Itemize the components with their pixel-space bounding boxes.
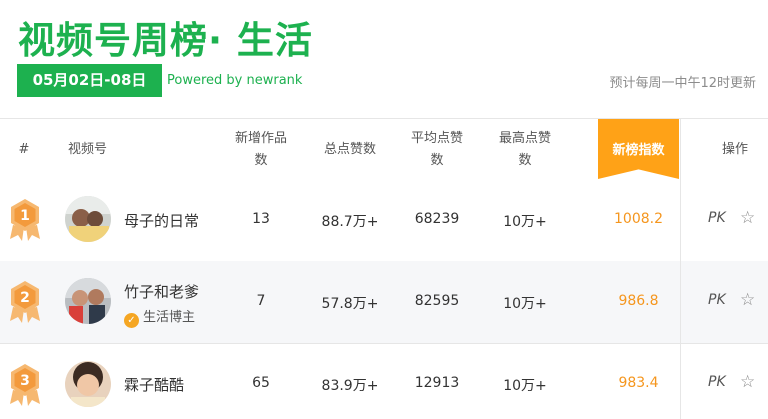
table-row[interactable]: 2 竹子和老爹 ✓ 生活博主 7 57.8万+ 82595 10万+ 986.8 … — [0, 261, 768, 343]
header-divider — [0, 118, 768, 119]
account-name[interactable]: 竹子和老爹 — [124, 281, 199, 302]
category-badge-label: 生活博主 — [143, 310, 196, 325]
column-header-index: # — [18, 142, 30, 157]
rank-medal: 1 — [7, 197, 43, 241]
column-header-rank-index-label: 新榜指数 — [612, 143, 665, 158]
table-row[interactable]: 1 母子的日常 13 88.7万+ 68239 10万+ 1008.2 PK ☆ — [0, 179, 768, 261]
column-header-max-likes-line2: 数 — [518, 153, 532, 168]
avatar[interactable] — [65, 278, 111, 324]
pk-button[interactable]: PK — [708, 374, 726, 390]
new-works-count: 13 — [252, 211, 270, 227]
avatar-image — [65, 361, 111, 407]
avatar-image — [65, 196, 111, 242]
max-likes-value: 10万+ — [503, 378, 547, 394]
action-column-divider — [680, 119, 681, 419]
rank-medal: 3 — [7, 362, 43, 406]
column-header-account: 视频号 — [68, 142, 108, 157]
avatar[interactable] — [65, 361, 111, 407]
pk-button[interactable]: PK — [708, 210, 726, 226]
star-outline-icon[interactable]: ☆ — [740, 290, 755, 310]
pk-button[interactable]: PK — [708, 292, 726, 308]
column-header-new-works: 新增作品 数 — [228, 128, 294, 172]
category-badge: ✓ 生活博主 — [124, 306, 195, 328]
star-outline-icon[interactable]: ☆ — [740, 372, 755, 392]
column-header-new-works-line2: 数 — [254, 153, 268, 168]
new-works-count: 65 — [252, 375, 270, 391]
rank-number: 3 — [20, 373, 30, 389]
rank-index-value: 983.4 — [618, 375, 659, 391]
avatar[interactable] — [65, 196, 111, 242]
max-likes-value: 10万+ — [503, 296, 547, 312]
column-header-total-likes: 总点赞数 — [323, 142, 376, 157]
verified-check-icon: ✓ — [124, 313, 139, 328]
avg-likes-value: 82595 — [414, 293, 460, 309]
table-row[interactable]: 3 霖子酷酷 65 83.9万+ 12913 10万+ 983.4 PK ☆ — [0, 344, 768, 419]
max-likes-value: 10万+ — [503, 214, 547, 230]
column-header-avg-likes-line1: 平均点赞 — [410, 131, 463, 146]
total-likes-value: 88.7万+ — [321, 214, 379, 230]
column-header-avg-likes: 平均点赞 数 — [400, 128, 474, 172]
date-range-badge: 05月02日-08日 — [17, 64, 162, 97]
update-note: 预计每周一中午12时更新 — [609, 76, 756, 91]
rank-number: 1 — [20, 208, 30, 224]
page-title: 视频号周榜· 生活 — [18, 19, 313, 62]
total-likes-value: 57.8万+ — [321, 296, 379, 312]
star-outline-icon[interactable]: ☆ — [740, 208, 755, 228]
column-header-action: 操作 — [721, 142, 748, 157]
total-likes-value: 83.9万+ — [321, 378, 379, 394]
new-works-count: 7 — [256, 293, 266, 309]
account-name[interactable]: 霖子酷酷 — [124, 374, 184, 395]
rank-index-value: 986.8 — [618, 293, 659, 309]
avg-likes-value: 68239 — [414, 211, 460, 227]
rank-medal: 2 — [7, 279, 43, 323]
account-name[interactable]: 母子的日常 — [124, 210, 199, 231]
rank-index-value: 1008.2 — [614, 211, 663, 227]
rank-number: 2 — [20, 290, 30, 306]
powered-by-label[interactable]: Powered by newrank — [167, 73, 302, 88]
column-header-rank-index[interactable]: 新榜指数 — [598, 119, 679, 179]
column-header-avg-likes-line2: 数 — [430, 153, 444, 168]
column-header-max-likes: 最高点赞 数 — [490, 128, 560, 172]
avg-likes-value: 12913 — [414, 375, 460, 391]
avatar-image — [65, 278, 111, 324]
column-header-new-works-line1: 新增作品 — [234, 131, 287, 146]
column-header-max-likes-line1: 最高点赞 — [498, 131, 551, 146]
